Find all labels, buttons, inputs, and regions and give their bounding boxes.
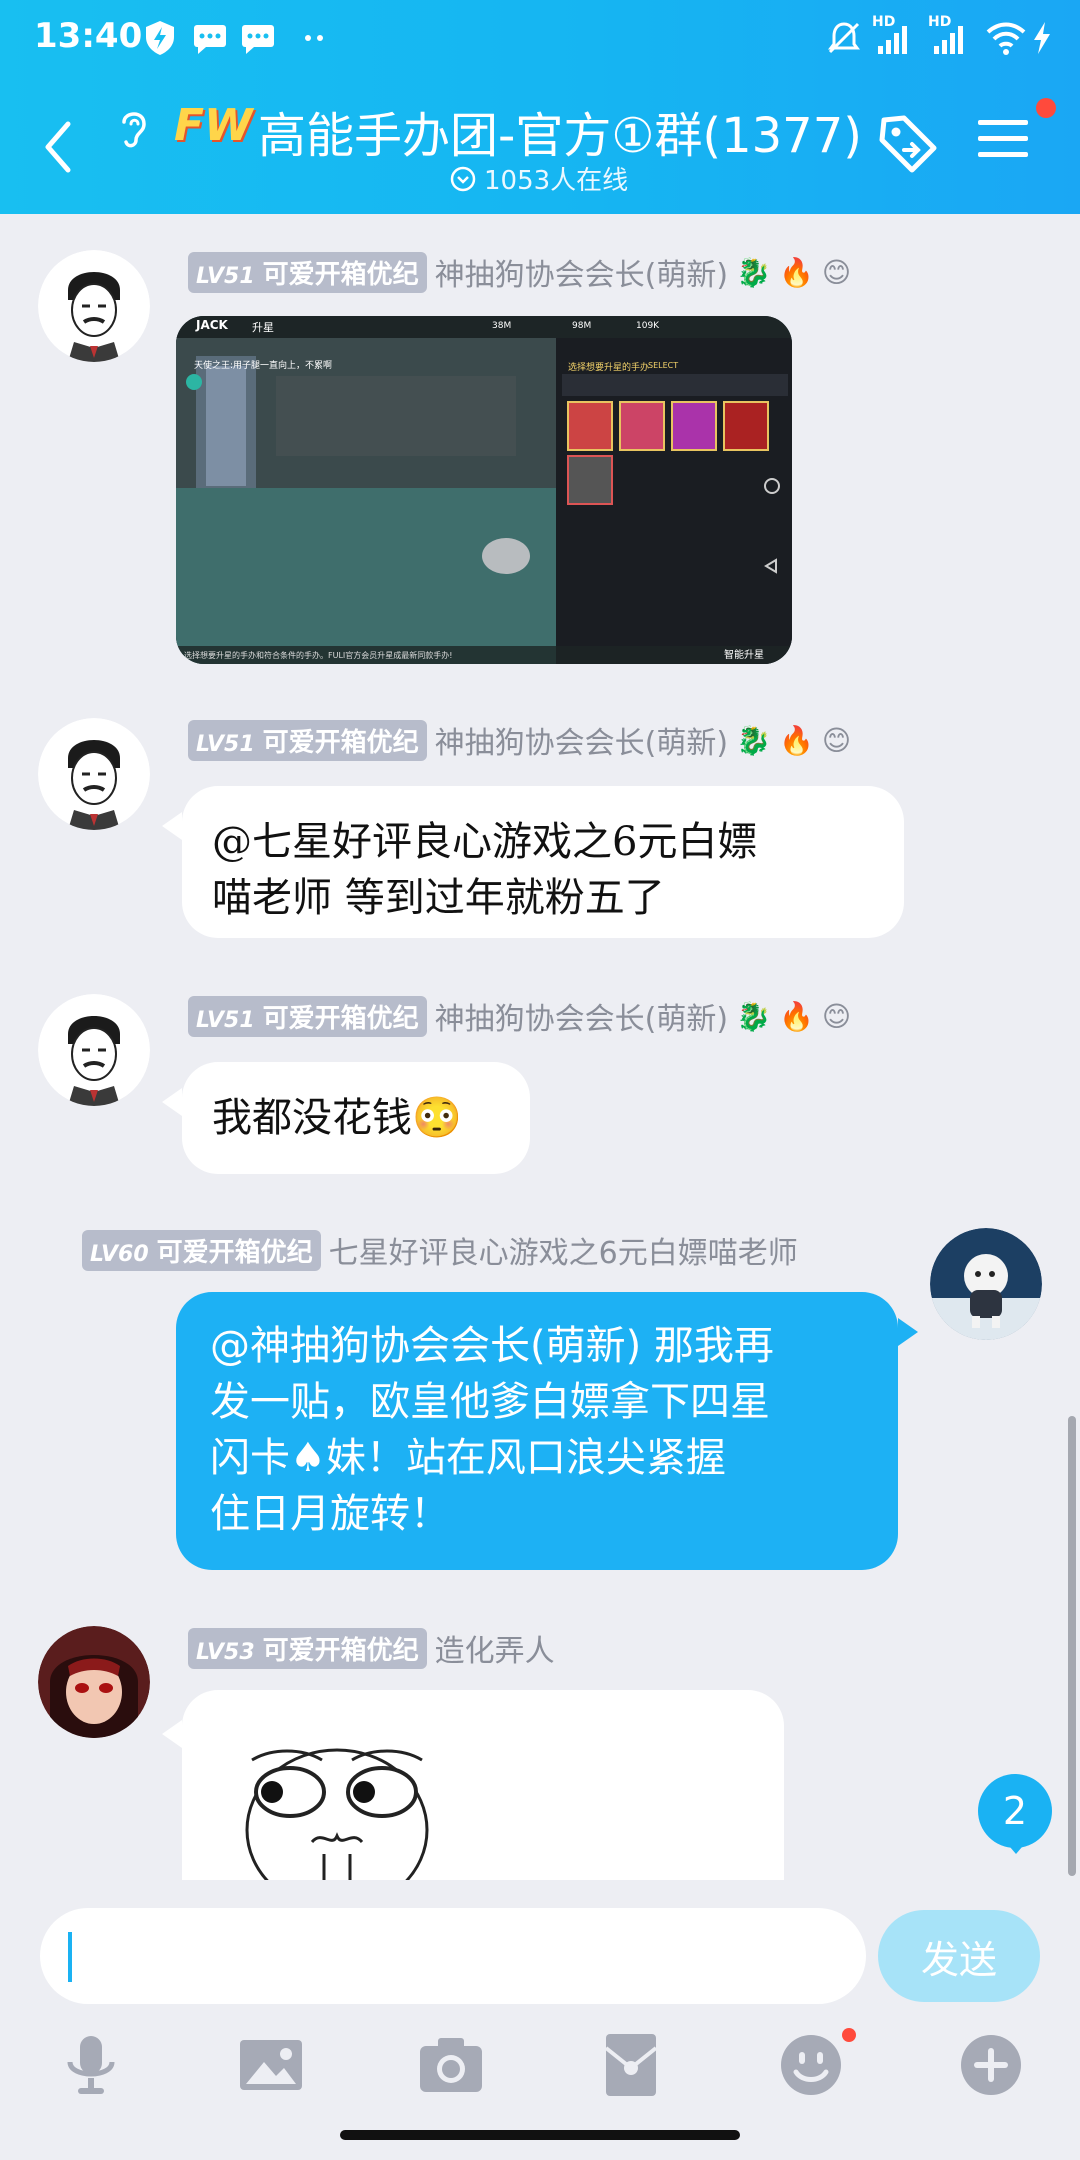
back-arrow-icon[interactable] <box>38 118 78 176</box>
tag-share-icon[interactable] <box>874 110 944 180</box>
chat-scrollbar[interactable] <box>1068 1416 1076 1876</box>
text-bubble[interactable]: @七星好评良心游戏之6元白嫖 喵老师 等到过年就粉五了 <box>182 786 904 938</box>
bottom-tip: 选择想要升星的手办和符合条件的手办。FULI官方会员升星成最新同款手办! <box>184 651 453 660</box>
bubble-tail <box>162 812 182 840</box>
message-line: @神抽狗协会会长(萌新) 那我再 <box>210 1323 774 1369</box>
meme-face-sticker <box>245 1748 429 1886</box>
panel-sub: SELECT <box>648 361 679 370</box>
sender-name[interactable]: 造化弄人 <box>435 1626 555 1670</box>
red-packet-icon[interactable] <box>596 2030 666 2100</box>
online-count: 1053人在线 <box>450 160 628 197</box>
menu-notification-dot <box>1036 98 1056 118</box>
sticker-bubble[interactable] <box>182 1690 784 1886</box>
message-line: 我都没花钱😳 <box>212 1095 462 1141</box>
wifi-icon <box>986 22 1026 55</box>
message-meta: LV53 可爱开箱优纪 造化弄人 <box>188 1626 555 1670</box>
fire-badge-icon: 🔥 <box>778 723 814 757</box>
emoji-notification-dot <box>842 2028 856 2042</box>
level-badge: LV51 可爱开箱优纪 <box>188 251 427 293</box>
more-dots-icon <box>305 35 323 41</box>
nav-bar: FW 高能手办团-官方①群(1377) 1053人在线 <box>0 76 1080 214</box>
smile-badge-icon: 😊 <box>821 999 852 1033</box>
text-bubble-self[interactable]: @神抽狗协会会长(萌新) 那我再 发一贴，欧皇他爹白嫖拿下四星 闪卡♠妹！站在风… <box>176 1292 898 1570</box>
game-tab: 升星 <box>252 321 274 334</box>
sender-name[interactable]: 神抽狗协会会长(萌新) <box>435 250 728 294</box>
level-badge: LV51 可爱开箱优纪 <box>188 719 427 761</box>
online-count-label: 1053人在线 <box>484 166 629 196</box>
charging-icon <box>1034 22 1050 54</box>
message-input[interactable] <box>40 1908 866 2004</box>
smile-badge-icon: 😊 <box>821 723 852 757</box>
level-badge: LV60 可爱开箱优纪 <box>82 1229 321 1271</box>
status-time: 13:40 <box>34 16 143 56</box>
game-stat: 98M <box>572 321 592 331</box>
group-logo: FW <box>174 100 253 151</box>
message-line: 住日月旋转！ <box>210 1491 450 1537</box>
bubble-tail <box>898 1318 918 1346</box>
chat-icon <box>194 25 226 54</box>
hd-signal-icon <box>934 26 963 54</box>
bubble-tail <box>162 1720 182 1748</box>
image-icon[interactable] <box>236 2030 306 2100</box>
plus-icon[interactable] <box>956 2030 1026 2100</box>
status-bar: 13:40 HD HD <box>0 0 1080 76</box>
sender-name[interactable]: 神抽狗协会会长(萌新) <box>435 994 728 1038</box>
hd-signal-icon <box>878 26 907 54</box>
fire-badge-icon: 🔥 <box>778 999 814 1033</box>
input-bar: 发送 <box>0 1880 1080 2160</box>
dragon-badge-icon: 🐉 <box>736 999 771 1033</box>
mute-bell-icon <box>828 22 860 54</box>
send-button[interactable]: 发送 <box>878 1910 1040 2002</box>
chat-icon <box>242 25 274 54</box>
fire-badge-icon: 🔥 <box>778 255 814 289</box>
shield-bolt-icon <box>146 21 174 55</box>
ear-icon[interactable] <box>116 106 152 152</box>
dragon-badge-icon: 🐉 <box>736 723 771 757</box>
menu-icon[interactable] <box>976 114 1030 164</box>
bubble-tail <box>162 1088 182 1116</box>
user-avatar[interactable] <box>38 250 150 362</box>
message-line: 发一贴，欧皇他爹白嫖拿下四星 <box>210 1379 770 1425</box>
game-stat: 38M <box>492 321 512 331</box>
image-message[interactable]: JACK 升星 38M 98M 109K 天使之王:用子腿一直向上，不累啊 选择… <box>176 316 792 664</box>
text-caret <box>68 1932 72 1982</box>
dragon-badge-icon: 🐉 <box>736 255 771 289</box>
camera-icon[interactable] <box>416 2030 486 2100</box>
sender-name[interactable]: 七星好评良心游戏之6元白嫖喵老师 <box>329 1228 798 1272</box>
message-line: 闪卡♠妹！站在风口浪尖紧握 <box>210 1435 726 1481</box>
check-circle-icon <box>450 166 476 191</box>
self-avatar[interactable] <box>930 1228 1042 1340</box>
emoji-icon[interactable] <box>776 2030 846 2100</box>
unread-badge-tail <box>1004 1840 1028 1854</box>
microphone-icon[interactable] <box>56 2030 126 2100</box>
user-avatar[interactable] <box>38 994 150 1106</box>
user-avatar[interactable] <box>38 1626 150 1738</box>
smile-badge-icon: 😊 <box>821 255 852 289</box>
unread-badge[interactable]: 2 <box>978 1774 1052 1848</box>
home-indicator[interactable] <box>340 2130 740 2140</box>
chat-header: 13:40 HD HD FW 高能手办团-官方①群(1377) 1053人在线 <box>0 0 1080 214</box>
text-bubble[interactable]: 我都没花钱😳 <box>182 1062 530 1174</box>
sender-name[interactable]: 神抽狗协会会长(萌新) <box>435 718 728 762</box>
level-badge: LV53 可爱开箱优纪 <box>188 1627 427 1669</box>
panel-title: 选择想要升星的手办 <box>568 363 650 373</box>
message-meta: LV51 可爱开箱优纪 神抽狗协会会长(萌新) 🐉 🔥 😊 <box>188 250 852 294</box>
message-line: 喵老师 等到过年就粉五了 <box>212 875 665 921</box>
group-title[interactable]: 高能手办团-官方①群(1377) <box>258 96 862 166</box>
message-line: @七星好评良心游戏之6元白嫖 <box>212 819 758 865</box>
message-meta: LV51 可爱开箱优纪 神抽狗协会会长(萌新) 🐉 🔥 😊 <box>188 994 852 1038</box>
game-brand: JACK <box>196 318 228 332</box>
game-banner: 天使之王:用子腿一直向上，不累啊 <box>194 361 333 371</box>
message-meta: LV51 可爱开箱优纪 神抽狗协会会长(萌新) 🐉 🔥 😊 <box>188 718 852 762</box>
message-meta: LV60 可爱开箱优纪 七星好评良心游戏之6元白嫖喵老师 <box>82 1228 798 1272</box>
bottom-right-label: 智能升星 <box>724 650 764 661</box>
game-stat: 109K <box>636 321 660 331</box>
level-badge: LV51 可爱开箱优纪 <box>188 995 427 1037</box>
user-avatar[interactable] <box>38 718 150 830</box>
